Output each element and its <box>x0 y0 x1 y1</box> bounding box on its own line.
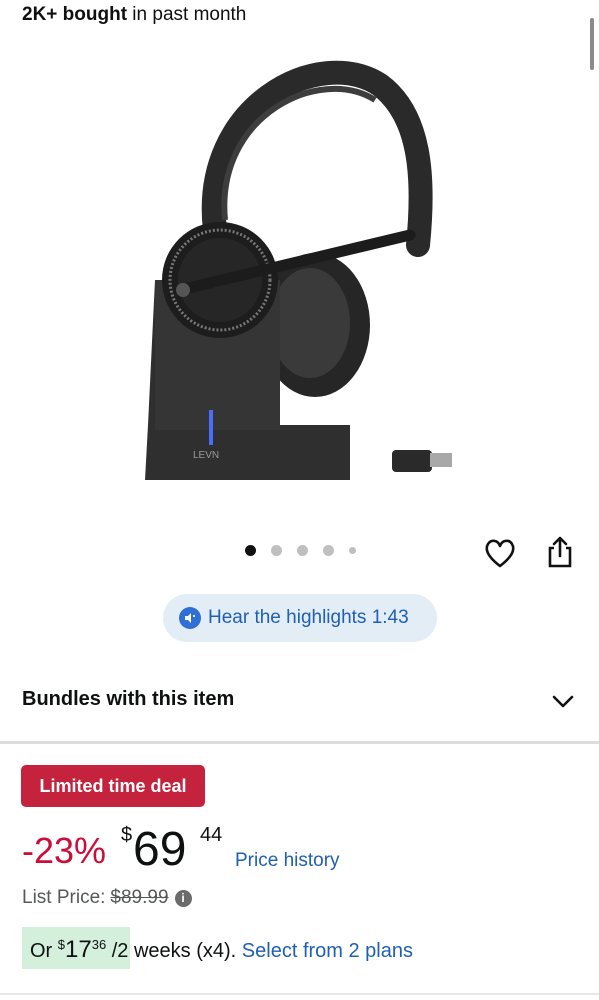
price-row: -23% $ 69 44 Price history <box>22 822 582 882</box>
carousel-dot-2[interactable] <box>271 545 282 556</box>
limited-time-deal-badge: Limited time deal <box>21 765 205 807</box>
select-plans-link[interactable]: Select from 2 plans <box>242 940 413 962</box>
carousel-dot-4[interactable] <box>323 545 334 556</box>
share-icon[interactable] <box>545 535 575 569</box>
bought-suffix: in past month <box>127 4 247 25</box>
highlights-label: Hear the highlights 1:43 <box>208 607 409 628</box>
bottom-divider <box>0 993 599 995</box>
heart-icon[interactable] <box>483 536 517 570</box>
list-price-label: List Price: <box>22 887 106 908</box>
carousel-dots[interactable] <box>245 545 356 556</box>
stand-brand-text: LEVN <box>193 450 219 461</box>
plan-whole: 17 <box>65 936 92 963</box>
installment-plans: Or $1736 /2 weeks (x4). Select from 2 pl… <box>22 927 582 969</box>
price-history-link[interactable]: Price history <box>235 850 340 872</box>
plan-currency: $ <box>57 937 66 952</box>
section-divider <box>0 741 599 744</box>
list-price-value: $89.99 <box>110 887 169 908</box>
price-whole: 69 <box>133 823 187 876</box>
bundles-row[interactable]: Bundles with this item <box>22 688 577 718</box>
chevron-down-icon[interactable] <box>551 692 575 710</box>
discount-percent: -23% <box>22 830 107 871</box>
list-price: List Price: $89.99 i <box>22 887 192 909</box>
carousel-dot-1[interactable] <box>245 545 256 556</box>
scrollbar[interactable] <box>590 18 594 70</box>
price-currency: $ <box>121 824 133 846</box>
price-fraction: 44 <box>200 824 223 846</box>
social-proof: 2K+ bought in past month <box>22 4 246 26</box>
plan-fraction: 36 <box>91 937 107 952</box>
info-icon[interactable]: i <box>174 889 192 907</box>
bundles-title: Bundles with this item <box>22 688 235 710</box>
plan-suffix: /2 weeks (x4). <box>106 940 242 962</box>
bought-count: 2K+ bought <box>22 4 128 25</box>
product-image[interactable]: LEVN <box>120 45 480 505</box>
plan-prefix: Or <box>30 940 58 962</box>
carousel-dot-3[interactable] <box>297 545 308 556</box>
carousel-dot-5[interactable] <box>349 547 356 554</box>
speaker-icon <box>179 607 201 629</box>
hear-highlights-button[interactable]: Hear the highlights 1:43 <box>163 594 437 642</box>
